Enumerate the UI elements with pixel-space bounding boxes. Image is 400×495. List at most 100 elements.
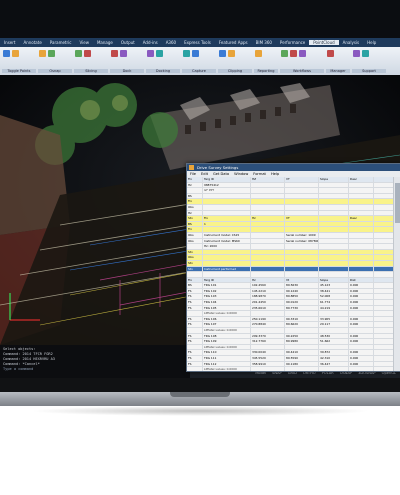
editor-grid[interactable]: Fix Targ ID HZ VT Slope Desc Hz 98875412 GF PPT B… — [187, 177, 394, 371]
table-cell[interactable] — [251, 188, 285, 193]
table-cell[interactable]: Obs — [187, 204, 203, 210]
table-cell[interactable] — [349, 210, 374, 216]
table-cell[interactable]: 38.441 — [319, 288, 349, 294]
table-cell[interactable] — [319, 260, 349, 266]
table-cell[interactable] — [251, 260, 285, 266]
table-cell[interactable]: TRG 105 — [203, 305, 251, 311]
table-cell[interactable] — [251, 232, 285, 238]
table-cell[interactable]: 90.3310 — [285, 316, 319, 322]
table-cell[interactable]: BS — [187, 283, 203, 288]
table-cell[interactable] — [349, 182, 374, 188]
table-cell[interactable]: 330.0040 — [251, 350, 285, 355]
table-cell[interactable]: Stn — [187, 216, 203, 221]
table-cell[interactable]: 36.447 — [319, 361, 349, 367]
table-cell[interactable]: 345.5520 — [251, 356, 285, 361]
table-cell[interactable] — [319, 328, 349, 333]
table-cell[interactable]: Dist — [349, 277, 374, 283]
ribbon-button-icon[interactable] — [290, 50, 297, 57]
table-cell[interactable]: TRG 101 — [203, 283, 251, 288]
table-cell[interactable]: 90.2250 — [285, 333, 319, 339]
table-cell[interactable]: 90.1180 — [285, 361, 319, 367]
table-cell[interactable] — [285, 260, 319, 266]
table-cell[interactable] — [319, 266, 349, 272]
table-cell[interactable] — [349, 238, 374, 244]
table-cell[interactable] — [187, 328, 203, 333]
table-cell[interactable] — [319, 221, 349, 227]
table-cell[interactable] — [251, 344, 285, 350]
table-cell[interactable] — [203, 204, 251, 210]
ribbon-tab[interactable]: BIM 360 — [252, 40, 276, 45]
table-cell[interactable] — [251, 221, 285, 227]
table-cell[interactable] — [319, 255, 349, 260]
table-cell[interactable] — [349, 221, 374, 227]
table-cell[interactable]: HZ — [251, 177, 285, 182]
table-cell[interactable]: 0.000 — [349, 333, 374, 339]
table-cell[interactable]: FS — [187, 356, 203, 361]
table-cell[interactable] — [349, 227, 374, 232]
table-cell[interactable] — [349, 328, 374, 333]
table-cell[interactable]: Hz — [251, 216, 285, 221]
table-cell[interactable] — [319, 244, 349, 249]
table-cell[interactable]: 0.000 — [349, 356, 374, 361]
ribbon-button-icon[interactable] — [84, 50, 91, 57]
table-cell[interactable]: Serial number: 087800 — [285, 238, 319, 244]
table-cell[interactable] — [251, 210, 285, 216]
ribbon-button-icon[interactable] — [3, 50, 10, 57]
ribbon-tab[interactable]: Manage — [93, 40, 117, 45]
table-cell[interactable]: Instrument model: CS15 — [203, 232, 251, 238]
table-cell[interactable] — [285, 328, 319, 333]
table-cell[interactable] — [319, 232, 349, 238]
table-cell[interactable] — [285, 199, 319, 204]
table-cell[interactable]: Hz — [251, 277, 285, 283]
table-cell[interactable]: 33.905 — [319, 316, 349, 322]
table-cell[interactable]: 0.000 — [349, 322, 374, 328]
table-cell[interactable] — [187, 344, 203, 350]
table-cell[interactable] — [203, 249, 251, 255]
ribbon-tab[interactable]: PointCloud — [309, 40, 339, 45]
table-cell[interactable]: FS — [187, 339, 203, 344]
table-cell[interactable]: 270.8840 — [251, 322, 285, 328]
table-cell[interactable]: LPPatel values: 0.0000 — [203, 344, 251, 350]
table-cell[interactable] — [319, 238, 349, 244]
table-cell[interactable]: 48.530 — [319, 333, 349, 339]
table-cell[interactable]: 0.000 — [349, 339, 374, 344]
table-cell[interactable] — [349, 244, 374, 249]
table-cell[interactable]: 0.000 — [349, 361, 374, 367]
table-cell[interactable]: 42.310 — [319, 356, 349, 361]
table-cell[interactable]: TRG 111 — [203, 356, 251, 361]
table-cell[interactable] — [203, 260, 251, 266]
table-cell[interactable] — [285, 311, 319, 316]
table-cell[interactable] — [349, 367, 374, 371]
table-cell[interactable] — [285, 182, 319, 188]
table-cell[interactable]: 44.219 — [319, 305, 349, 311]
table-cell[interactable] — [319, 311, 349, 316]
scrollbar-thumb[interactable] — [395, 183, 400, 223]
ribbon-button-icon[interactable] — [147, 50, 154, 57]
table-cell[interactable] — [285, 244, 319, 249]
table-cell[interactable] — [319, 188, 349, 193]
table-cell[interactable]: 89.5590 — [285, 356, 319, 361]
table-cell[interactable]: 29.117 — [319, 322, 349, 328]
ribbon-tab[interactable]: View — [75, 40, 93, 45]
table-cell[interactable] — [203, 193, 251, 199]
table-cell[interactable] — [349, 204, 374, 210]
table-cell[interactable]: TRG 112 — [203, 361, 251, 367]
table-cell[interactable]: Fix — [203, 216, 251, 221]
table-cell[interactable]: Vt — [285, 277, 319, 283]
table-cell[interactable]: FS — [187, 361, 203, 367]
table-cell[interactable] — [187, 188, 203, 193]
table-cell[interactable] — [349, 199, 374, 204]
table-cell[interactable]: 145.2210 — [251, 288, 285, 294]
table-cell[interactable]: Obs — [187, 238, 203, 244]
table-cell[interactable] — [187, 244, 203, 249]
table-cell[interactable]: Hz: 2000 — [203, 244, 251, 249]
editor-titlebar[interactable]: Drive Survey Settings — [187, 164, 400, 171]
table-cell[interactable]: 0.000 — [349, 316, 374, 322]
table-cell[interactable]: 299.3370 — [251, 333, 285, 339]
table-cell[interactable] — [319, 367, 349, 371]
table-cell[interactable] — [251, 244, 285, 249]
table-cell[interactable] — [251, 367, 285, 371]
ribbon-button-icon[interactable] — [12, 50, 19, 57]
table-cell[interactable] — [251, 227, 285, 232]
table-cell[interactable] — [251, 204, 285, 210]
